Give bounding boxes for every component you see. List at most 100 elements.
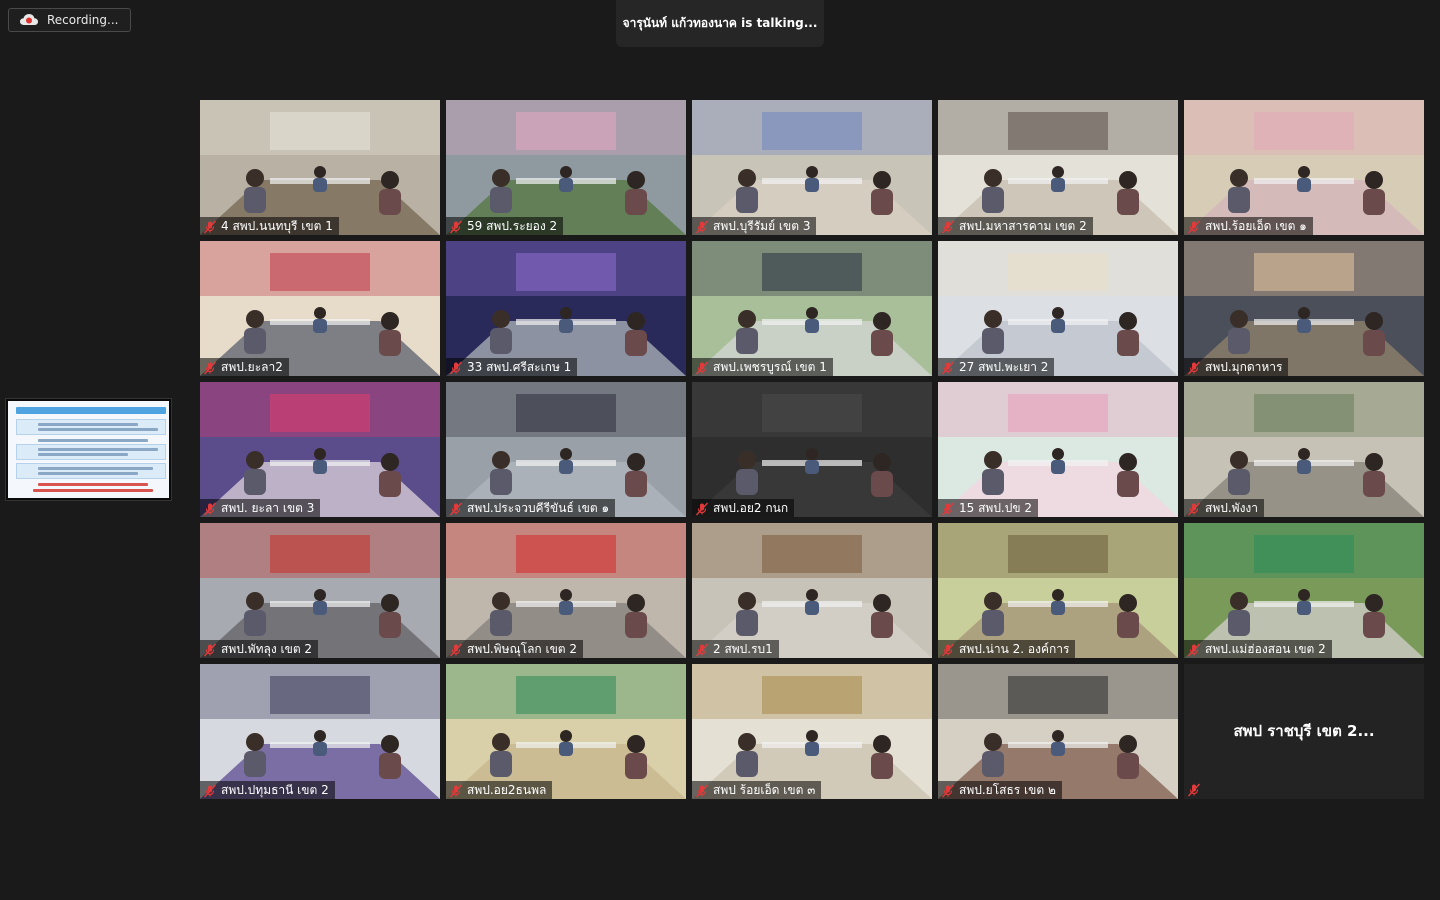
mic-muted-icon [203,642,217,657]
participant-name-bar: สพป.พังงา [1184,499,1265,517]
participant-name: สพป.ร้อยเอ็ด เขต ๑ [1205,218,1307,233]
participant-video [692,241,932,376]
participant-video [446,241,686,376]
participant-name-bar: 33 สพป.ศรีสะเกษ 1 [446,358,578,376]
participant-tile[interactable]: สพป ราชบุรี เขต 2... [1184,664,1424,799]
participant-tile[interactable]: สพป.ยโสธร เขต ๒ [938,664,1178,799]
mic-muted-icon [1187,501,1201,516]
participant-video [938,523,1178,658]
participant-tile[interactable]: สพป ร้อยเอ็ด เขต ๓ [692,664,932,799]
cloud-record-icon [19,13,39,27]
participant-name-bar: สพป.ร้อยเอ็ด เขต ๑ [1184,217,1313,235]
participant-name-bar: สพป.ปทุมธานี เขต 2 [200,781,335,799]
participant-name-bar: สพป.บุรีรัมย์ เขต 3 [692,217,817,235]
mic-muted-icon [941,219,955,234]
participant-name-bar: 27 สพป.พะเยา 2 [938,358,1055,376]
participant-tile[interactable]: 27 สพป.พะเยา 2 [938,241,1178,376]
participant-video [1184,382,1424,517]
participant-name-bar: สพป. ยะลา เขต 3 [200,499,321,517]
participant-name: สพป.ยะลา2 [221,359,283,374]
participant-name-bar: สพป.มุกดาหาร [1184,358,1289,376]
participant-name: สพป ราชบุรี เขต 2... [1233,722,1375,740]
participant-tile[interactable]: สพป. ยะลา เขต 3 [200,382,440,517]
participant-tile[interactable]: สพป.มุกดาหาร [1184,241,1424,376]
participant-tile[interactable]: สพป.พังงา [1184,382,1424,517]
mic-muted-icon [695,360,709,375]
participant-name-bar: สพป.มหาสารคาม เขต 2 [938,217,1093,235]
participant-name: สพป.บุรีรัมย์ เขต 3 [713,218,811,233]
participant-name: สพป.อย2ธนพล [467,782,547,797]
mic-muted-icon [695,219,709,234]
participant-tile[interactable]: สพป.แม่ฮ่องสอน เขต 2 [1184,523,1424,658]
mic-muted-icon [1187,642,1201,657]
mic-muted-icon [1187,219,1201,234]
recording-indicator[interactable]: Recording... [8,8,131,32]
participant-name: สพป.พิษณุโลก เขต 2 [467,641,578,656]
participant-name: สพป.เพชรบูรณ์ เขต 1 [713,359,827,374]
participant-name: สพป.มุกดาหาร [1205,359,1283,374]
participant-tile[interactable]: สพป.ประจวบคีรีขันธ์ เขต ๑ [446,382,686,517]
participant-name: สพป.ประจวบคีรีขันธ์ เขต ๑ [467,500,610,515]
mic-muted-icon [203,219,217,234]
mic-muted-icon [695,501,709,516]
mic-muted-icon [1187,360,1201,375]
participant-name-bar: สพป.อย2ธนพล [446,781,553,799]
shared-slide [8,401,169,498]
participant-tile[interactable]: สพป.มหาสารคาม เขต 2 [938,100,1178,235]
participant-tile[interactable]: สพป.พัทลุง เขต 2 [200,523,440,658]
participant-name-bar: สพป.น่าน 2. องค์การ [938,640,1076,658]
participant-tile[interactable]: สพป.พิษณุโลก เขต 2 [446,523,686,658]
participant-name: สพป.อย2 กนก [713,500,789,515]
participant-name-bar: สพป.ยะลา2 [200,358,289,376]
participant-video [938,664,1178,799]
participant-name: 15 สพป.ปข 2 [959,500,1033,515]
participant-name: สพป.มหาสารคาม เขต 2 [959,218,1087,233]
participant-tile[interactable]: 2 สพป.รบ1 [692,523,932,658]
mic-muted-icon [449,219,463,234]
participant-video [200,100,440,235]
participant-name-bar: สพป.ประจวบคีรีขันธ์ เขต ๑ [446,499,616,517]
mic-muted-icon [203,501,217,516]
shared-screen-thumbnail[interactable] [5,398,172,501]
participant-video [446,664,686,799]
mic-muted-icon [941,783,955,798]
active-speaker-banner: จารุนันท์ แก้วทองนาค is talking... [616,0,824,47]
participant-name-bar: สพป ร้อยเอ็ด เขต ๓ [692,781,822,799]
participant-name-bar: สพป.เพชรบูรณ์ เขต 1 [692,358,833,376]
mic-muted-icon [449,501,463,516]
participant-tile[interactable]: 15 สพป.ปข 2 [938,382,1178,517]
participant-tile[interactable]: สพป.อย2 กนก [692,382,932,517]
participant-video [200,382,440,517]
participant-name: 2 สพป.รบ1 [713,641,773,656]
participant-video [692,100,932,235]
participant-tile[interactable]: สพป.น่าน 2. องค์การ [938,523,1178,658]
mic-muted-icon [941,501,955,516]
mic-muted-icon [449,360,463,375]
mic-muted-icon [695,642,709,657]
participant-tile[interactable]: สพป.ปทุมธานี เขต 2 [200,664,440,799]
participant-tile[interactable]: สพป.บุรีรัมย์ เขต 3 [692,100,932,235]
participant-name: 4 สพป.นนทบุรี เขต 1 [221,218,333,233]
participant-name: 59 สพป.ระยอง 2 [467,218,558,233]
participant-name: สพป. ยะลา เขต 3 [221,500,315,515]
participant-tile[interactable]: สพป.ร้อยเอ็ด เขต ๑ [1184,100,1424,235]
participant-name: สพป.ยโสธร เขต ๒ [959,782,1056,797]
participant-tile[interactable]: 4 สพป.นนทบุรี เขต 1 [200,100,440,235]
participant-tile[interactable]: 59 สพป.ระยอง 2 [446,100,686,235]
mic-muted-icon [1187,782,1201,797]
participant-name-bar: 4 สพป.นนทบุรี เขต 1 [200,217,339,235]
participant-name-bar: 2 สพป.รบ1 [692,640,779,658]
participant-video [1184,241,1424,376]
participant-tile[interactable]: สพป.ยะลา2 [200,241,440,376]
mic-muted-icon [449,642,463,657]
participant-name: สพป.ปทุมธานี เขต 2 [221,782,329,797]
participant-tile[interactable]: สพป.เพชรบูรณ์ เขต 1 [692,241,932,376]
participant-name-bar: สพป.ยโสธร เขต ๒ [938,781,1062,799]
participant-name: สพป.พังงา [1205,500,1259,515]
gallery-grid: 4 สพป.นนทบุรี เขต 1 59 สพป.ระยอง 2 สพป.บุร… [200,100,1424,799]
participant-tile[interactable]: 33 สพป.ศรีสะเกษ 1 [446,241,686,376]
participant-video [446,382,686,517]
participant-video [938,382,1178,517]
participant-video [1184,100,1424,235]
participant-tile[interactable]: สพป.อย2ธนพล [446,664,686,799]
